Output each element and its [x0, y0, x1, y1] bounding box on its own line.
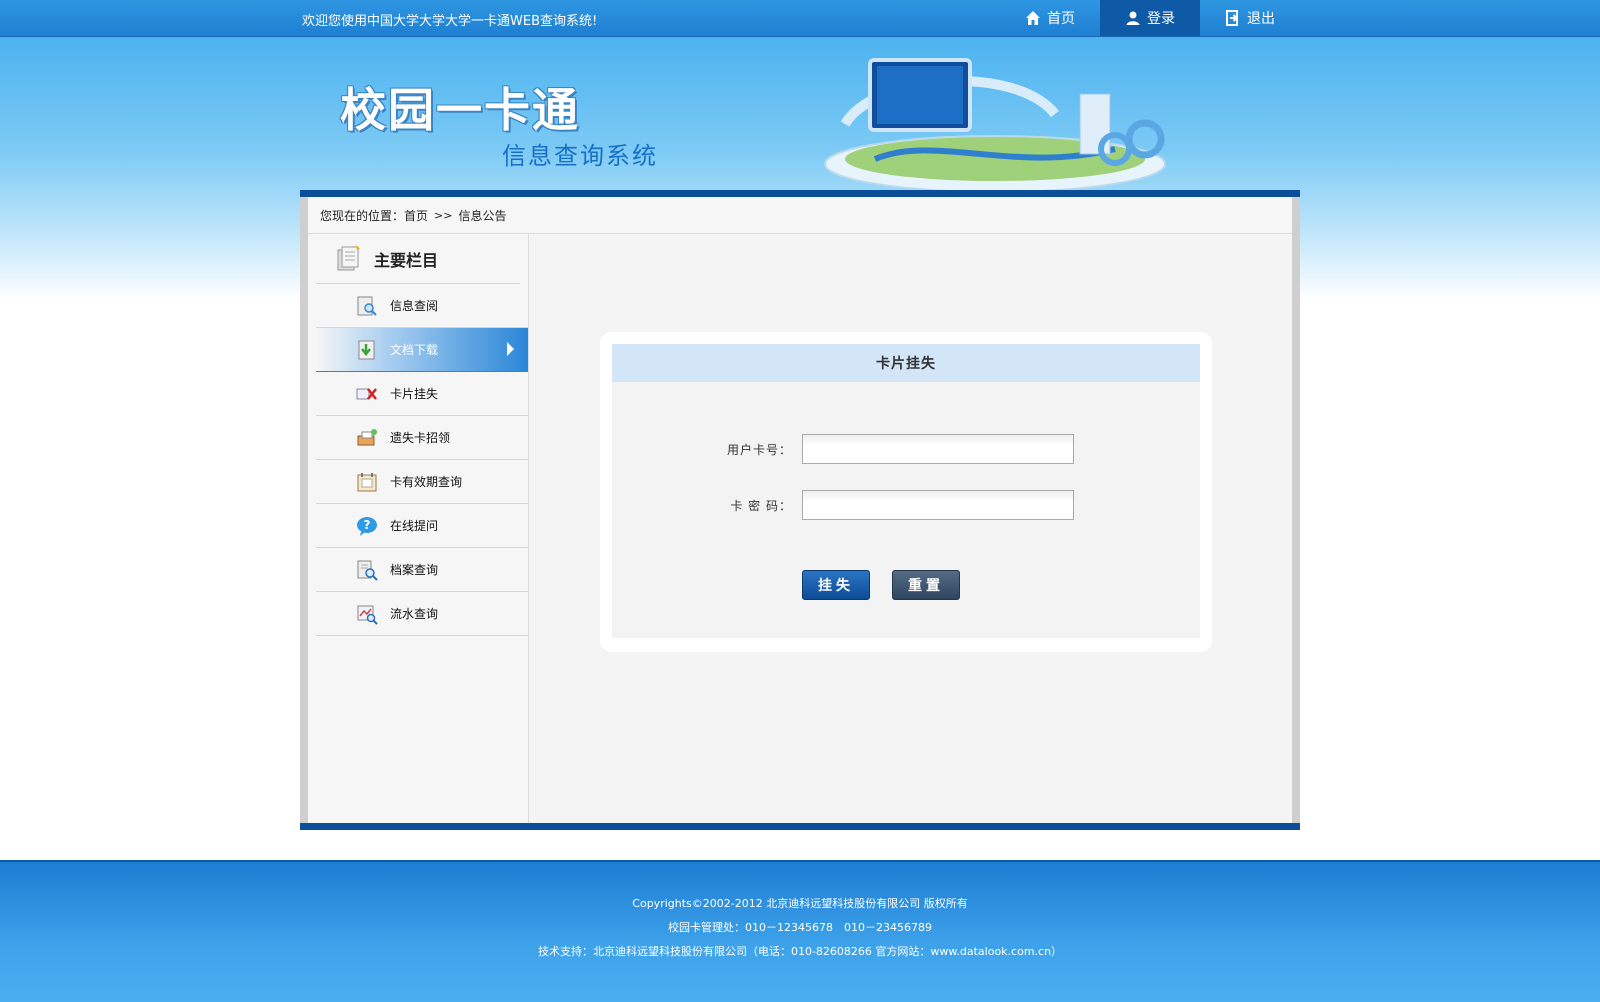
sidebar-item-label: 卡片挂失: [390, 387, 439, 401]
sidebar-title-label: 主要栏目: [374, 250, 439, 270]
card-number-row: 用户卡号：: [612, 434, 1074, 464]
reset-button[interactable]: 重置: [892, 570, 960, 600]
sidebar-item-label: 卡有效期查询: [390, 475, 463, 489]
download-icon: [358, 340, 375, 359]
password-label: 卡 密 码：: [730, 498, 792, 513]
nav-login[interactable]: 登录: [1100, 0, 1200, 36]
top-bar: 欢迎您使用中国大学大学大学一卡通WEB查询系统! 首页 登录 退出: [0, 0, 1600, 37]
card-number-label: 用户卡号：: [726, 442, 792, 457]
logout-icon: [1226, 10, 1238, 26]
banner-title: 校园一卡通: [340, 83, 580, 137]
sidebar-item-validity[interactable]: 卡有效期查询: [316, 460, 528, 504]
sidebar-item-download[interactable]: 文档下载: [316, 328, 528, 372]
card-lost-form: 卡片挂失 用户卡号： 卡 密 码： 挂失 重置: [612, 344, 1200, 638]
nav-logout-label: 退出: [1247, 11, 1275, 27]
question-icon: ?: [357, 516, 377, 536]
password-input[interactable]: [802, 490, 1074, 520]
nav-login-label: 登录: [1147, 11, 1175, 27]
report-lost-button[interactable]: 挂失: [802, 570, 870, 600]
main-frame: 您现在的位置：首页 >> 信息公告 主要栏目 信息查阅 文档下载 卡片挂失 遗失…: [300, 190, 1300, 830]
banner: 校园一卡通 信息查询系统: [300, 36, 1300, 193]
sidebar-item-label: 文档下载: [390, 343, 439, 357]
card-lost-form-panel: 卡片挂失 用户卡号： 卡 密 码： 挂失 重置: [600, 332, 1212, 652]
card-found-icon: [357, 428, 377, 445]
sidebar-item-card-found[interactable]: 遗失卡招领: [316, 416, 528, 460]
footer-phone: 校园卡管理处：010－12345678 010－23456789: [668, 921, 932, 934]
banner-subtitle: 信息查询系统: [502, 142, 658, 170]
archive-search-icon: [357, 560, 378, 581]
active-arrow-icon: [507, 342, 514, 356]
sidebar-title: 主要栏目: [316, 234, 520, 284]
footer-support: 技术支持：北京迪科远望科技股份有限公司（电话：010-82608266 官方网站…: [537, 945, 1063, 958]
nav-logout[interactable]: 退出: [1200, 0, 1300, 36]
breadcrumb-current[interactable]: 信息公告: [458, 207, 506, 224]
sidebar-item-label: 信息查阅: [390, 299, 439, 313]
sidebar-item-label: 档案查询: [390, 563, 439, 577]
sidebar-item-archive[interactable]: 档案查询: [316, 548, 528, 592]
footer: Copyrights©2002-2012 北京迪科远望科技股份有限公司 版权所有…: [0, 860, 1600, 1002]
sidebar-item-card-lost[interactable]: 卡片挂失: [316, 372, 528, 416]
sidebar: 主要栏目 信息查阅 文档下载 卡片挂失 遗失卡招领 卡有效期查询 ? 在线提问 …: [308, 234, 529, 823]
sidebar-item-label: 流水查询: [390, 607, 439, 621]
card-number-input[interactable]: [802, 434, 1074, 464]
sidebar-item-question[interactable]: ? 在线提问: [316, 504, 528, 548]
user-icon: [1126, 11, 1140, 25]
svg-text:?: ?: [364, 518, 371, 532]
nav-home[interactable]: 首页: [1000, 0, 1100, 36]
sidebar-item-label: 遗失卡招领: [390, 431, 451, 445]
top-nav: 首页 登录 退出: [1000, 0, 1300, 36]
content-area: 您现在的位置：首页 >> 信息公告 主要栏目 信息查阅 文档下载 卡片挂失 遗失…: [308, 197, 1292, 823]
form-buttons: 挂失 重置: [802, 570, 960, 600]
breadcrumb-prefix[interactable]: 您现在的位置：首页: [320, 207, 428, 224]
calendar-icon: [357, 472, 377, 491]
sidebar-item-label: 在线提问: [390, 519, 439, 533]
footer-copyright: Copyrights©2002-2012 北京迪科远望科技股份有限公司 版权所有: [632, 897, 968, 910]
breadcrumb: 您现在的位置：首页 >> 信息公告: [308, 197, 1292, 234]
campus-illustration-icon: [824, 58, 1166, 193]
documents-icon: [337, 244, 360, 270]
breadcrumb-separator: >>: [434, 208, 453, 222]
password-row: 卡 密 码：: [612, 490, 1074, 520]
form-title: 卡片挂失: [612, 344, 1200, 382]
welcome-text: 欢迎您使用中国大学大学大学一卡通WEB查询系统!: [302, 14, 598, 29]
nav-home-label: 首页: [1047, 11, 1075, 27]
sidebar-item-transactions[interactable]: 流水查询: [316, 592, 528, 636]
home-icon: [1026, 11, 1040, 25]
search-doc-icon: [357, 296, 377, 316]
card-lost-icon: [356, 387, 377, 400]
sidebar-item-info[interactable]: 信息查阅: [316, 284, 528, 328]
transaction-search-icon: [357, 605, 378, 625]
